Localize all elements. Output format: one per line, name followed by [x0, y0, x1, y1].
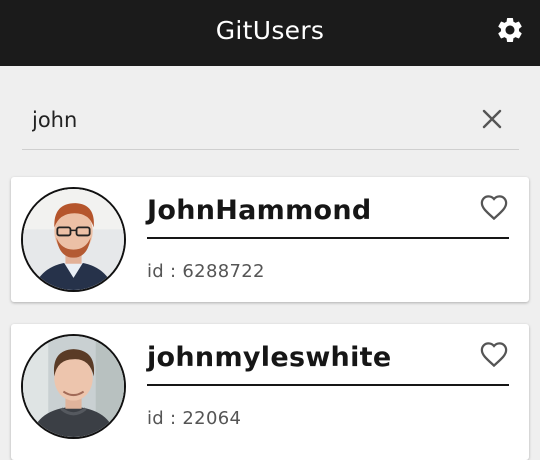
- avatar: [21, 334, 126, 439]
- user-card[interactable]: JohnHammond id : 6288722: [11, 177, 529, 302]
- settings-button[interactable]: [494, 14, 526, 46]
- user-avatar-image: [23, 189, 124, 290]
- close-icon: [482, 109, 502, 129]
- user-card[interactable]: johnmyleswhite id : 22064: [11, 324, 529, 460]
- search-bar: [22, 98, 519, 150]
- favorite-button[interactable]: [479, 340, 509, 368]
- gear-icon: [498, 17, 522, 42]
- heart-outline-icon: [480, 195, 508, 221]
- clear-search-button[interactable]: [479, 106, 505, 132]
- user-id: id : 6288722: [147, 261, 265, 282]
- divider: [147, 237, 509, 239]
- app-title: GitUsers: [215, 16, 325, 45]
- user-avatar-image: [23, 336, 124, 437]
- divider: [147, 384, 509, 386]
- app-bar: GitUsers: [0, 0, 540, 66]
- heart-outline-icon: [480, 342, 508, 368]
- avatar: [21, 187, 126, 292]
- username: JohnHammond: [147, 195, 372, 226]
- favorite-button[interactable]: [479, 193, 509, 221]
- user-id: id : 22064: [147, 408, 242, 429]
- search-input[interactable]: [22, 98, 462, 142]
- username: johnmyleswhite: [147, 342, 392, 373]
